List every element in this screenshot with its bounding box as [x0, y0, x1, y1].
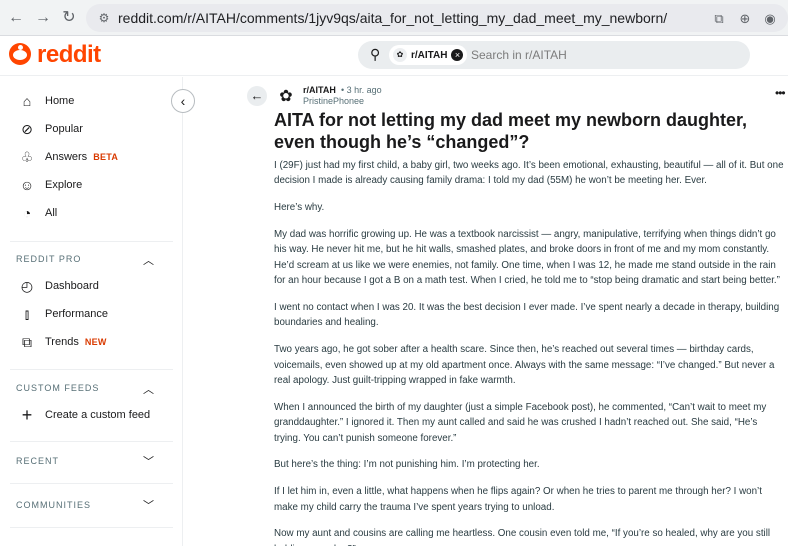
address-bar[interactable]: ⚙ reddit.com/r/AITAH/comments/1jyv9qs/ai… [86, 4, 788, 32]
collapse-sidebar-button[interactable]: ‹ [171, 89, 195, 113]
sidebar-item-answers[interactable]: ♧ Answers BETA [18, 145, 118, 169]
sidebar-divider [10, 527, 173, 528]
explore-icon: ☺ [19, 177, 35, 193]
back-arrow-icon[interactable]: ← [6, 8, 26, 28]
all-icon: ◔ [22, 205, 32, 221]
chevron-up-icon[interactable]: ︿ [143, 381, 154, 397]
sidebar-divider [10, 441, 173, 442]
sidebar-divider [10, 483, 173, 484]
post-title: AITA for not letting my dad meet my newb… [274, 110, 748, 152]
chevron-down-icon[interactable]: ﹀ [143, 497, 154, 513]
browser-toolbar: ← → ↻ ⚙ reddit.com/r/AITAH/comments/1jyv… [0, 0, 788, 36]
sidebar-item-explore[interactable]: ☺ Explore [18, 173, 82, 197]
sidebar-item-home[interactable]: ⌂ Home [18, 89, 75, 113]
reddit-pro-header[interactable]: REDDIT PRO [16, 254, 81, 264]
search-bar[interactable]: ⚲ ✿ r/AITAH × Search in r/AITAH [358, 41, 750, 69]
post-paragraph: Now my aunt and cousins are calling me h… [274, 528, 771, 546]
post-paragraph: I went no contact when I was 20. It was … [274, 302, 780, 329]
sidebar-item-all[interactable]: ◔ All [18, 201, 57, 225]
sidebar-item-dashboard[interactable]: ◴ Dashboard [18, 274, 99, 298]
chevron-up-icon[interactable]: ︿ [143, 252, 154, 268]
eye-off-icon[interactable]: ◉ [761, 10, 779, 28]
remove-chip-icon[interactable]: × [451, 49, 464, 61]
subreddit-chip-avatar-icon: ✿ [393, 48, 407, 62]
post-body: I (29F) just had my first child, a baby … [274, 158, 786, 546]
new-badge: NEW [84, 337, 107, 347]
subreddit-chip-label: r/AITAH [411, 49, 448, 61]
post-paragraph: Here’s why. [274, 202, 325, 214]
search-icon: ⚲ [370, 46, 381, 62]
reload-icon[interactable]: ↻ [59, 8, 79, 28]
custom-feeds-header[interactable]: CUSTOM FEEDS [16, 383, 99, 393]
home-icon: ⌂ [22, 93, 32, 109]
reddit-logo-icon[interactable] [9, 43, 31, 65]
sidebar-item-performance[interactable]: ⫾ Performance [18, 302, 108, 326]
post-paragraph: I (29F) just had my first child, a baby … [274, 160, 784, 187]
post-paragraph: If I let him in, even a little, what hap… [274, 486, 762, 513]
more-options-icon[interactable]: ••• [775, 86, 786, 100]
post-paragraph: But here’s the thing: I’m not punishing … [274, 459, 540, 471]
popular-icon: ⊘ [21, 121, 33, 137]
back-button[interactable]: ← [247, 86, 267, 106]
zoom-icon[interactable]: ⊕ [736, 10, 754, 28]
install-app-icon[interactable]: ⧉ [710, 10, 728, 28]
post-paragraph: When I announced the birth of my daughte… [274, 401, 767, 444]
chevron-down-icon[interactable]: ﹀ [143, 453, 154, 469]
chevron-left-icon: ‹ [180, 93, 186, 109]
trends-icon: ⧉ [22, 334, 32, 350]
site-settings-icon[interactable]: ⚙ [96, 10, 112, 26]
search-input[interactable]: Search in r/AITAH [471, 48, 567, 62]
site-header: reddit ⚲ ✿ r/AITAH × Search in r/AITAH [0, 36, 788, 76]
forward-arrow-icon[interactable]: → [33, 8, 53, 28]
post-timestamp: • 3 hr. ago [341, 85, 382, 95]
left-sidebar: ⌂ Home ⊘ Popular ♧ Answers BETA ☺ Explor… [0, 77, 183, 546]
subreddit-search-chip[interactable]: ✿ r/AITAH × [389, 45, 468, 65]
subreddit-name-link[interactable]: r/AITAH [303, 85, 336, 95]
create-custom-feed-button[interactable]: + Create a custom feed [18, 403, 150, 427]
answers-icon: ♧ [20, 149, 34, 165]
sidebar-divider [10, 369, 173, 370]
beta-badge: BETA [93, 152, 119, 162]
reddit-logo-text[interactable]: reddit [37, 41, 101, 69]
sidebar-item-popular[interactable]: ⊘ Popular [18, 117, 83, 141]
author-link[interactable]: PristinePhonee [303, 96, 364, 106]
performance-icon: ⫾ [24, 306, 30, 322]
subreddit-avatar-icon[interactable]: ✿ [276, 87, 296, 107]
dashboard-icon: ◴ [20, 278, 34, 294]
post-paragraph: My dad was horrific growing up. He was a… [274, 229, 780, 287]
plus-icon: + [21, 405, 33, 425]
communities-header[interactable]: COMMUNITIES [16, 500, 91, 510]
sidebar-divider [10, 241, 173, 242]
url-text[interactable]: reddit.com/r/AITAH/comments/1jyv9qs/aita… [118, 10, 667, 26]
recent-header[interactable]: RECENT [16, 456, 59, 466]
back-arrow-icon: ← [250, 88, 264, 103]
sidebar-item-trends[interactable]: ⧉ Trends NEW [18, 330, 107, 354]
post-paragraph: Two years ago, he got sober after a heal… [274, 344, 775, 387]
